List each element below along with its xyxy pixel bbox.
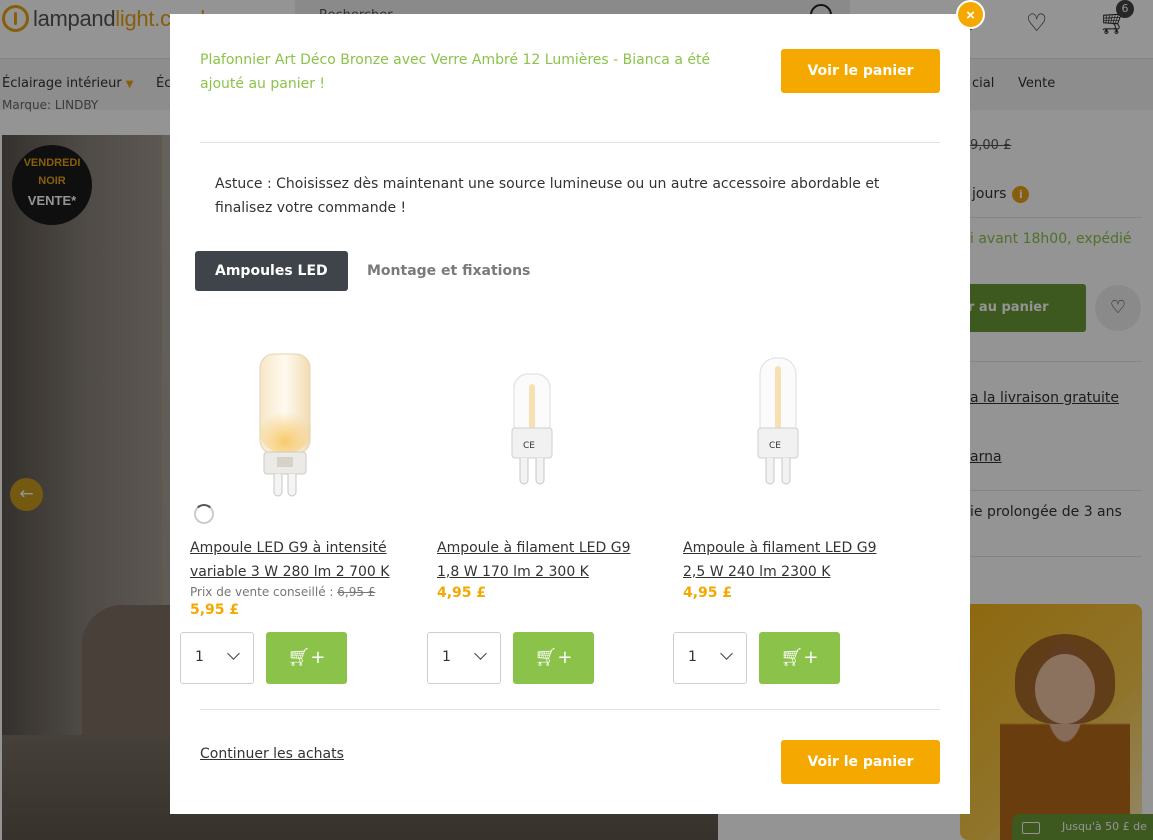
msrp-value: 6,95 £ — [337, 585, 376, 599]
add-to-cart-button[interactable]: 🛒︎+ — [513, 632, 594, 684]
added-to-cart-modal: Plafonnier Art Déco Bronze avec Verre Am… — [170, 14, 970, 814]
close-icon[interactable]: × — [956, 0, 985, 29]
divider — [200, 142, 940, 143]
svg-text:CE: CE — [523, 441, 535, 451]
quantity-value: 1 — [195, 649, 204, 665]
msrp: Prix de vente conseillé : 6,95 £ — [190, 585, 376, 599]
continue-shopping-link[interactable]: Continuer les achats — [200, 746, 344, 762]
svg-text:CE: CE — [769, 441, 781, 451]
cart-plus-icon: 🛒︎+ — [780, 647, 819, 668]
add-to-cart-button[interactable]: 🛒︎+ — [759, 632, 840, 684]
product-price: 5,95 £ — [190, 602, 240, 618]
product-image[interactable] — [210, 344, 360, 504]
quantity-select[interactable]: 1 — [180, 632, 254, 684]
product-card: CE Ampoule à filament LED G9 1,8 W 170 l… — [417, 344, 647, 714]
product-image[interactable]: CE — [457, 344, 607, 504]
product-card: Ampoule LED G9 à intensité variable 3 W … — [170, 344, 400, 714]
product-price: 4,95 £ — [683, 585, 733, 601]
divider — [200, 709, 940, 710]
add-to-cart-button[interactable]: 🛒︎+ — [266, 632, 347, 684]
product-price: 4,95 £ — [437, 585, 487, 601]
tab-mounting-fixings[interactable]: Montage et fixations — [347, 251, 550, 291]
added-to-cart-message: Plafonnier Art Déco Bronze avec Verre Am… — [200, 52, 711, 92]
quantity-select[interactable]: 1 — [427, 632, 501, 684]
chevron-down-icon — [227, 647, 240, 660]
quantity-select[interactable]: 1 — [673, 632, 747, 684]
frosted-g9-bulb-icon — [259, 353, 311, 497]
product-card: CE Ampoule à filament LED G9 2,5 W 240 l… — [663, 344, 893, 714]
product-image[interactable]: CE — [703, 344, 853, 504]
view-cart-button-bottom[interactable]: Voir le panier — [781, 740, 940, 784]
filament-g9-bulb-icon: CE — [757, 357, 799, 485]
filament-g9-bulb-icon: CE — [511, 373, 553, 485]
chevron-down-icon — [720, 647, 733, 660]
tab-led-bulbs[interactable]: Ampoules LED — [195, 251, 348, 291]
quantity-value: 1 — [442, 649, 451, 665]
cart-plus-icon: 🛒︎+ — [287, 647, 326, 668]
product-title-link[interactable]: Ampoule LED G9 à intensité variable 3 W … — [190, 536, 405, 584]
chevron-down-icon — [474, 647, 487, 660]
view-cart-button-top[interactable]: Voir le panier — [781, 49, 940, 93]
product-title-link[interactable]: Ampoule à filament LED G9 2,5 W 240 lm 2… — [683, 536, 898, 584]
tip-text: Astuce : Choisissez dès maintenant une s… — [215, 176, 880, 216]
quantity-value: 1 — [688, 649, 697, 665]
loading-spinner-icon — [194, 504, 214, 524]
product-title-link[interactable]: Ampoule à filament LED G9 1,8 W 170 lm 2… — [437, 536, 652, 584]
cart-plus-icon: 🛒︎+ — [534, 647, 573, 668]
